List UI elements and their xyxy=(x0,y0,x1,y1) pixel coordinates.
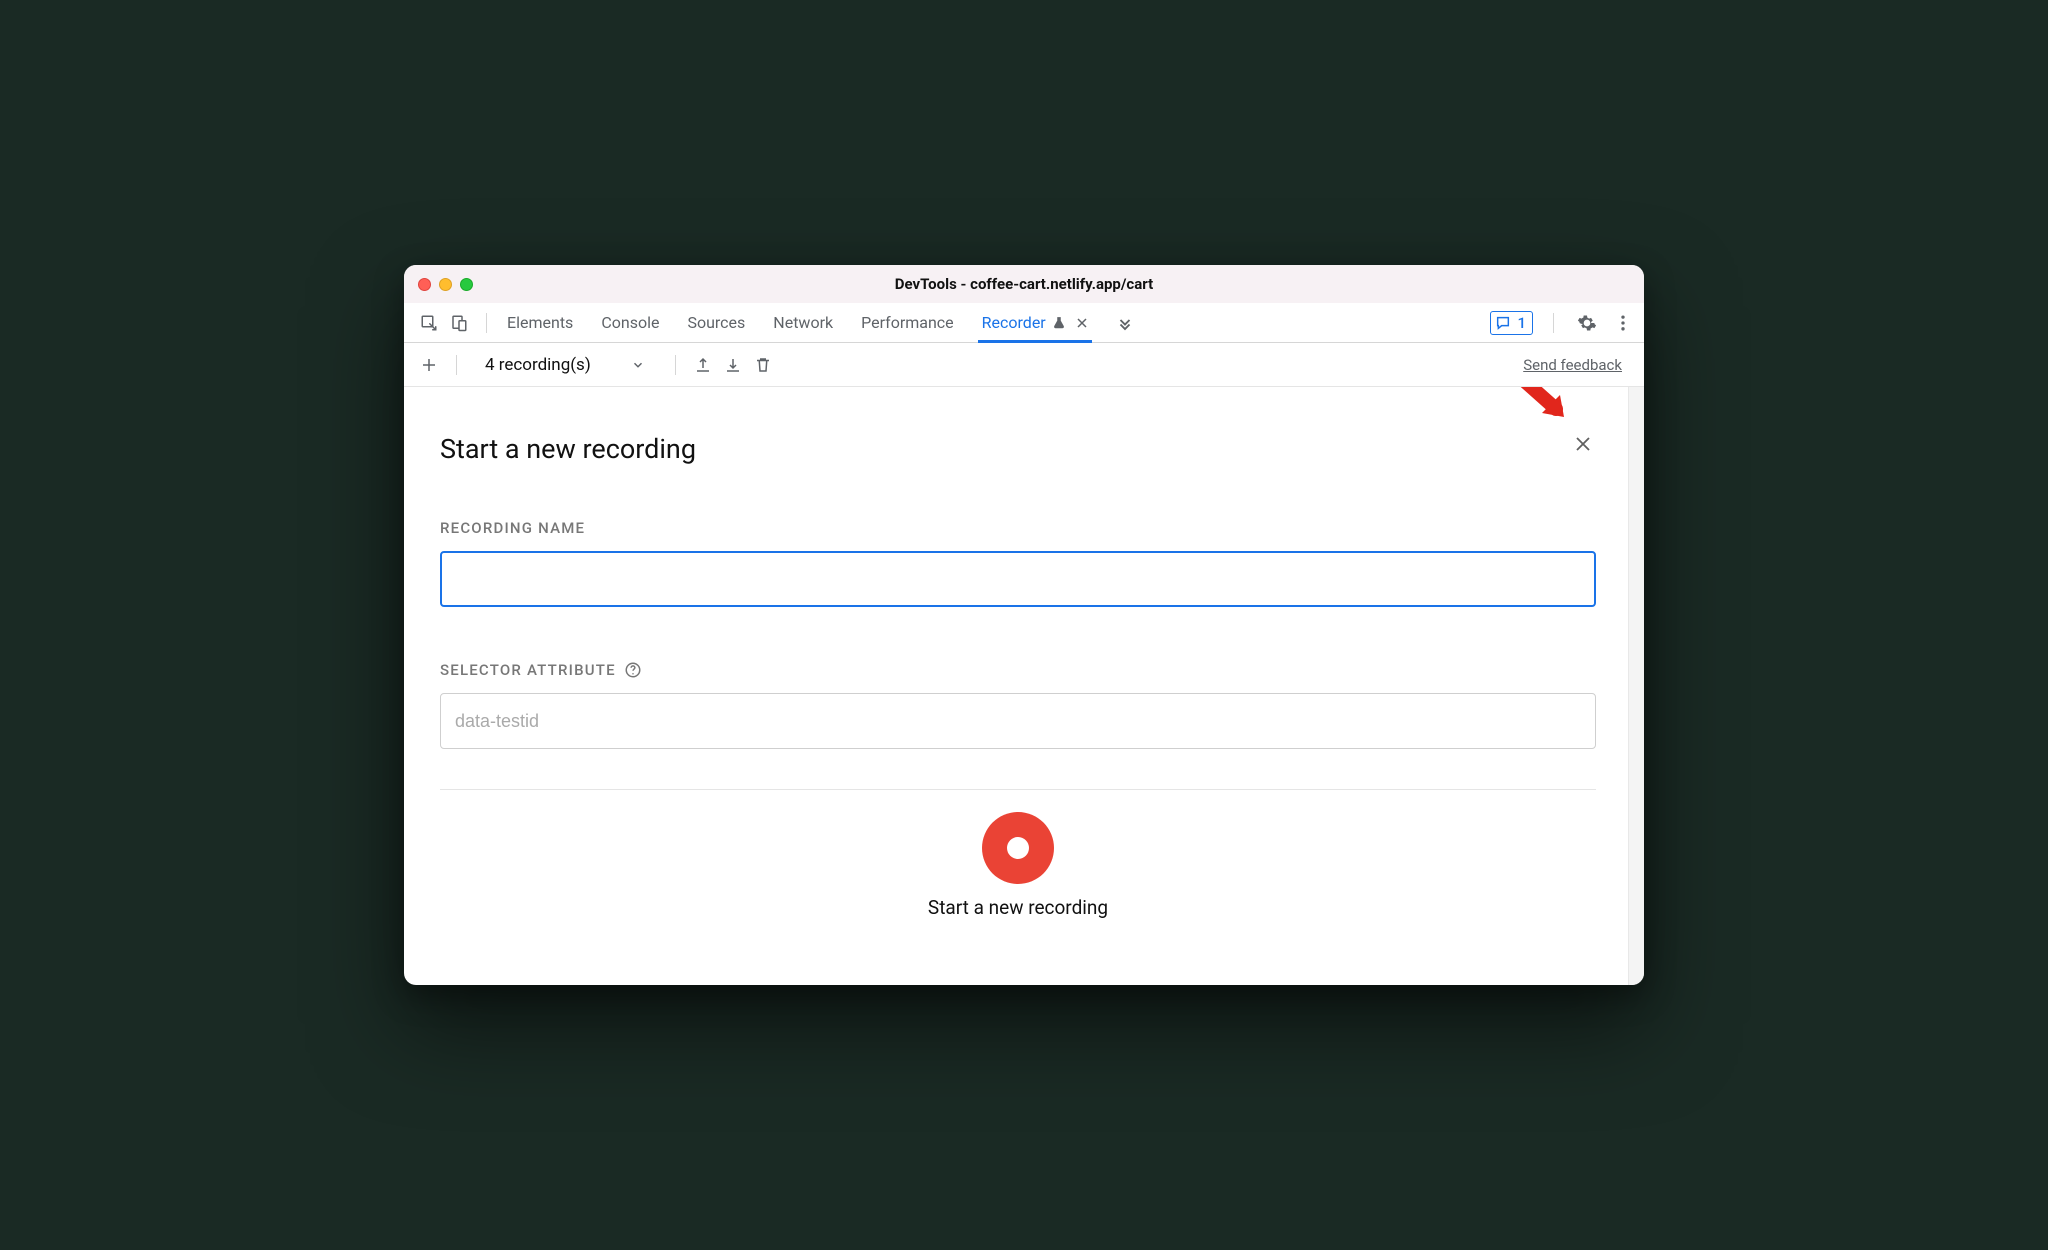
issues-count: 1 xyxy=(1517,314,1526,332)
tab-recorder[interactable]: Recorder xyxy=(982,303,1088,342)
tab-elements[interactable]: Elements xyxy=(507,303,573,342)
recording-name-label: RECORDING NAME xyxy=(440,519,1596,537)
panel-title: Start a new recording xyxy=(440,433,696,465)
tabs-row: Elements Console Sources Network Perform… xyxy=(404,303,1644,343)
scrollbar[interactable] xyxy=(1628,387,1644,985)
close-tab-icon[interactable] xyxy=(1076,317,1088,329)
content-scroll[interactable]: Start a new recording RECORDING NAME xyxy=(404,387,1628,985)
import-icon[interactable] xyxy=(720,352,746,378)
device-toggle-icon[interactable] xyxy=(446,310,472,336)
kebab-menu-icon[interactable] xyxy=(1610,310,1636,336)
settings-gear-icon[interactable] xyxy=(1574,310,1600,336)
tab-label: Console xyxy=(601,313,659,332)
separator xyxy=(1553,313,1554,333)
panel-header: Start a new recording xyxy=(440,387,1596,465)
dropdown-label: 4 recording(s) xyxy=(485,355,591,375)
new-recording-button[interactable] xyxy=(416,352,442,378)
recording-name-group: RECORDING NAME xyxy=(440,519,1596,607)
selector-attribute-label: SELECTOR ATTRIBUTE xyxy=(440,661,1596,679)
tab-label: Recorder xyxy=(982,313,1046,332)
separator xyxy=(456,355,457,375)
help-icon[interactable] xyxy=(624,661,642,679)
chevron-down-icon xyxy=(631,358,645,372)
window-titlebar: DevTools - coffee-cart.netlify.app/cart xyxy=(404,265,1644,303)
issues-button[interactable]: 1 xyxy=(1490,311,1533,335)
separator xyxy=(486,313,487,333)
recording-name-input[interactable] xyxy=(440,551,1596,607)
tab-performance[interactable]: Performance xyxy=(861,303,954,342)
panel-tabs: Elements Console Sources Network Perform… xyxy=(507,303,1134,342)
recorder-toolbar: 4 recording(s) Send feedback xyxy=(404,343,1644,387)
start-recording-button[interactable] xyxy=(982,812,1054,884)
record-area: Start a new recording xyxy=(440,790,1596,929)
label-text: SELECTOR ATTRIBUTE xyxy=(440,661,616,679)
experiment-icon xyxy=(1052,316,1066,330)
tab-label: Elements xyxy=(507,313,573,332)
devtools-window: DevTools - coffee-cart.netlify.app/cart … xyxy=(404,265,1644,985)
window-title: DevTools - coffee-cart.netlify.app/cart xyxy=(404,275,1644,293)
export-icon[interactable] xyxy=(690,352,716,378)
selector-attribute-group: SELECTOR ATTRIBUTE xyxy=(440,661,1596,749)
tabs-right-controls: 1 xyxy=(1490,310,1636,336)
selector-attribute-input[interactable] xyxy=(440,693,1596,749)
annotation-arrow-icon xyxy=(1512,387,1574,425)
tab-label: Network xyxy=(773,313,833,332)
start-recording-label: Start a new recording xyxy=(440,896,1596,919)
tab-label: Sources xyxy=(687,313,745,332)
start-recording-panel: Start a new recording RECORDING NAME xyxy=(404,387,1628,929)
tab-sources[interactable]: Sources xyxy=(687,303,745,342)
delete-icon[interactable] xyxy=(750,352,776,378)
tab-network[interactable]: Network xyxy=(773,303,833,342)
content-wrap: Start a new recording RECORDING NAME xyxy=(404,387,1644,985)
tab-label: Performance xyxy=(861,313,954,332)
send-feedback-link[interactable]: Send feedback xyxy=(1523,356,1622,374)
window-controls xyxy=(418,278,473,291)
separator xyxy=(675,355,676,375)
close-panel-button[interactable] xyxy=(1570,431,1596,457)
inspect-element-icon[interactable] xyxy=(416,310,442,336)
more-tabs-button[interactable] xyxy=(1116,303,1134,342)
tab-console[interactable]: Console xyxy=(601,303,659,342)
window-minimize-button[interactable] xyxy=(439,278,452,291)
window-maximize-button[interactable] xyxy=(460,278,473,291)
recordings-dropdown[interactable]: 4 recording(s) xyxy=(475,351,655,379)
window-close-button[interactable] xyxy=(418,278,431,291)
